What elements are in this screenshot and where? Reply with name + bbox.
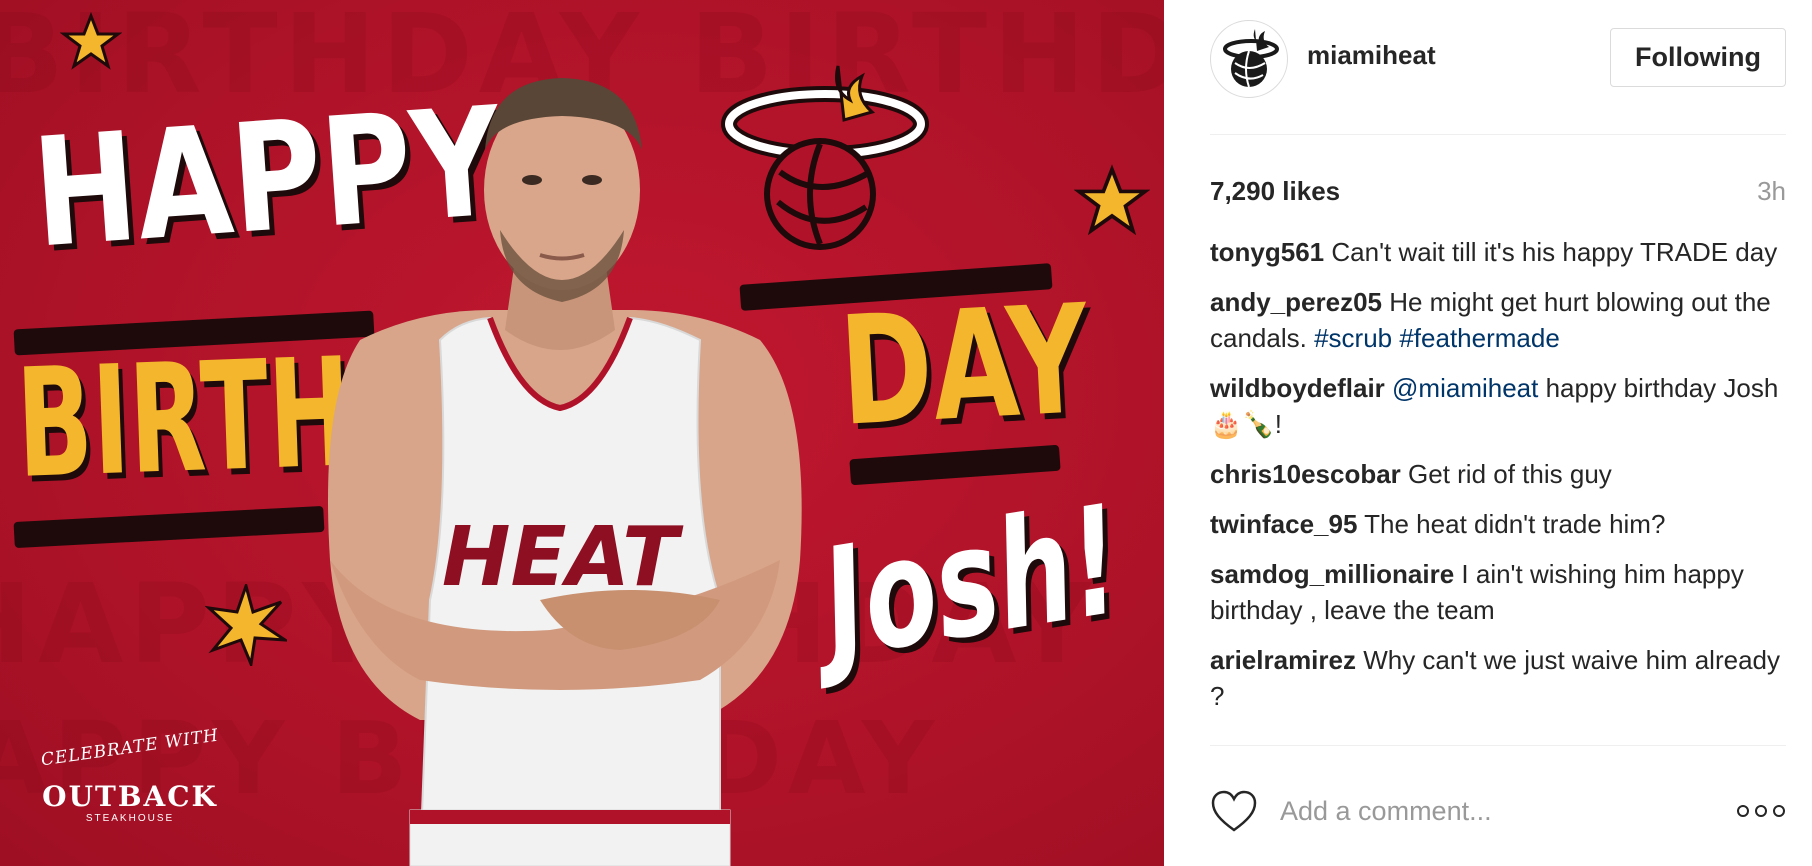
likes-row: 7,290 likes 3h: [1210, 176, 1786, 212]
star-icon: [1074, 164, 1150, 236]
comment-username[interactable]: arielramirez: [1210, 645, 1356, 675]
following-button[interactable]: Following: [1610, 28, 1786, 87]
post-header: miamiheat Following: [1210, 0, 1786, 135]
miami-heat-logo-icon: [1223, 29, 1279, 88]
username[interactable]: miamiheat: [1307, 40, 1436, 71]
burst-star-icon: [205, 584, 287, 666]
avatar[interactable]: [1210, 20, 1288, 98]
comment-username[interactable]: tonyg561: [1210, 237, 1324, 267]
sponsor-brand: OUTBACK: [42, 780, 218, 813]
sponsor-logo: CELEBRATE WITH OUTBACK STEAKHOUSE: [40, 726, 220, 824]
comment: andy_perez05 He might get hurt blowing o…: [1210, 284, 1786, 356]
comment-text: Can't wait till it's his happy TRADE day: [1324, 237, 1778, 267]
post-sidebar: miamiheat Following 7,290 likes 3h tonyg…: [1164, 0, 1812, 866]
comment: wildboydeflair @miamiheat happy birthday…: [1210, 370, 1786, 442]
more-options-icon[interactable]: [1736, 802, 1786, 820]
comment: samdog_millionaire I ain't wishing him h…: [1210, 556, 1786, 628]
post-image[interactable]: BIRTHDAY BIRTHDAY HAPPY BIRTHDAY APPY BI…: [0, 0, 1164, 866]
comment-username[interactable]: wildboydeflair: [1210, 373, 1385, 403]
star-icon: [60, 12, 122, 70]
comment: chris10escobar Get rid of this guy: [1210, 456, 1786, 492]
comment-username[interactable]: twinface_95: [1210, 509, 1357, 539]
comment-bar: [1210, 786, 1786, 836]
comment-username[interactable]: samdog_millionaire: [1210, 559, 1454, 589]
add-comment-input[interactable]: [1280, 786, 1720, 836]
heart-icon[interactable]: [1210, 790, 1258, 834]
comment: twinface_95 The heat didn't trade him?: [1210, 506, 1786, 542]
comment-text: The heat didn't trade him?: [1357, 509, 1666, 539]
post-timestamp[interactable]: 3h: [1757, 176, 1786, 207]
comment-username[interactable]: andy_perez05: [1210, 287, 1382, 317]
mention-link[interactable]: @miamiheat: [1385, 373, 1538, 403]
comments-list[interactable]: tonyg561 Can't wait till it's his happy …: [1210, 234, 1786, 744]
comment: tonyg561 Can't wait till it's his happy …: [1210, 234, 1786, 270]
divider: [1210, 745, 1786, 746]
comment-text: Get rid of this guy: [1400, 459, 1612, 489]
player-photo: HEAT: [328, 78, 802, 866]
hashtag-link[interactable]: #scrub #feathermade: [1314, 323, 1560, 353]
comment-username[interactable]: chris10escobar: [1210, 459, 1401, 489]
stripe: [13, 505, 325, 549]
sponsor-sub: STEAKHOUSE: [85, 813, 175, 824]
likes-count[interactable]: 7,290 likes: [1210, 176, 1340, 207]
day-text: DAY: [836, 273, 1093, 460]
comment: arielramirez Why can't we just waive him…: [1210, 642, 1786, 714]
